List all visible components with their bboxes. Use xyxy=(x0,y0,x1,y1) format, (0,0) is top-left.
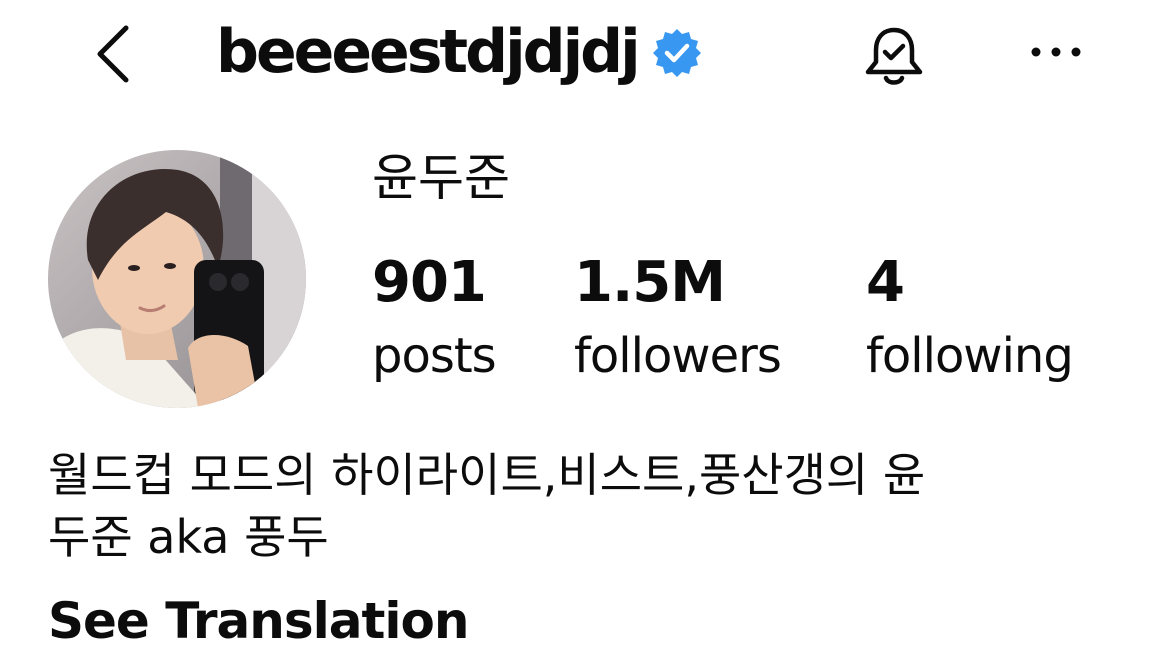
followers-count: 1.5M xyxy=(574,250,726,315)
followers-label: followers xyxy=(574,328,782,384)
following-count: 4 xyxy=(866,250,905,315)
bio: 월드컵 모드의 하이라이트,비스트,풍산갱의 윤 두준 aka 풍두 xyxy=(48,444,1128,568)
display-name: 윤두준 xyxy=(372,149,510,207)
notifications-button[interactable] xyxy=(858,24,930,88)
see-translation-link[interactable]: See Translation xyxy=(48,588,469,654)
username-title: beeeestdjdjdj xyxy=(216,12,702,92)
following-stat[interactable]: 4 following xyxy=(866,244,1074,390)
verified-badge-icon xyxy=(652,29,701,77)
followers-stat[interactable]: 1.5M followers xyxy=(574,244,782,390)
bell-check-icon xyxy=(865,27,923,85)
profile-photo xyxy=(48,150,306,408)
profile-header: beeeestdjdjdj xyxy=(0,0,1170,115)
avatar[interactable] xyxy=(48,150,306,408)
posts-label: posts xyxy=(372,328,497,384)
posts-count: 901 xyxy=(372,250,487,315)
following-label: following xyxy=(866,328,1074,384)
more-options-button[interactable] xyxy=(1024,30,1088,74)
bio-line: 두준 aka 풍두 xyxy=(48,510,329,564)
posts-stat[interactable]: 901 posts xyxy=(372,244,497,390)
ellipsis-icon xyxy=(1031,47,1081,57)
chevron-left-icon xyxy=(97,25,129,83)
back-button[interactable] xyxy=(88,22,140,86)
username-label: beeeestdjdjdj xyxy=(216,17,641,87)
bio-line: 월드컵 모드의 하이라이트,비스트,풍산갱의 윤 xyxy=(48,448,926,502)
